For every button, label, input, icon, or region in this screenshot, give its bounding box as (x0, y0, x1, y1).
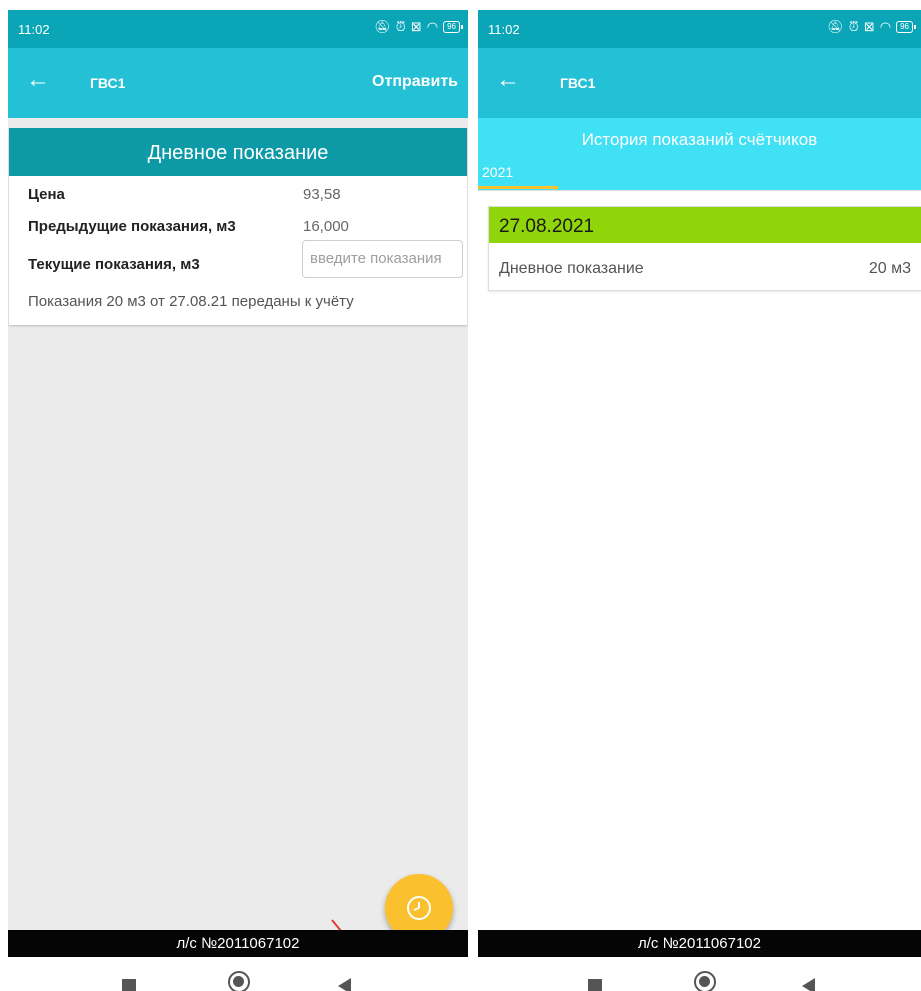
alarm-icon: ⏰︎ (848, 19, 859, 34)
previous-readings-value: 16,000 (303, 218, 349, 235)
recents-button[interactable] (588, 979, 602, 991)
entry-value: 20 м3 (868, 260, 911, 277)
wifi-icon: ◠ (426, 19, 439, 34)
current-readings-label: Текущие показания, м3 (28, 256, 200, 273)
account-number-bar: л/с №2011067102 (478, 930, 921, 957)
back-arrow-icon[interactable]: ← (26, 68, 50, 92)
mute-icon: 🔕︎ (827, 19, 844, 34)
status-time: 11:02 (488, 22, 520, 37)
history-title: История показаний счётчиков (581, 130, 818, 149)
send-button[interactable]: Отправить (372, 73, 458, 91)
content-area: Дневное показание Цена 93,58 Предыдущие … (8, 118, 468, 982)
status-icons: 🔕︎ ⏰︎ ⊠ ◠ 96 (374, 19, 463, 35)
alarm-icon: ⏰︎ (395, 19, 406, 34)
status-bar: 11:02 🔕︎ ⏰︎ ⊠ ◠ 96 (8, 10, 468, 48)
previous-readings-label: Предыдущие показания, м3 (28, 218, 236, 235)
account-number-bar: л/с №2011067102 (8, 930, 468, 957)
current-readings-input[interactable]: введите показания (302, 240, 463, 278)
price-value: 93,58 (303, 186, 341, 203)
sim-icon: ⊠ (410, 19, 422, 34)
battery-icon: 96 (896, 21, 916, 33)
recents-button[interactable] (122, 979, 136, 991)
status-bar: 11:02 🔕︎ ⏰︎ ⊠ ◠ 96 (478, 10, 921, 48)
price-label: Цена (28, 186, 65, 203)
tab-year[interactable]: 2021 (482, 164, 513, 180)
history-entry: 27.08.2021 Дневное показание 20 м3 (488, 206, 921, 291)
system-nav-bar (8, 957, 468, 991)
mute-icon: 🔕︎ (374, 19, 391, 34)
toolbar: ← ГВС1 Отправить (8, 48, 468, 118)
toolbar-title: ГВС1 (560, 75, 596, 91)
system-nav-bar (478, 957, 921, 991)
home-button[interactable] (694, 971, 716, 991)
history-list: 27.08.2021 Дневное показание 20 м3 (478, 190, 921, 930)
toolbar-title: ГВС1 (90, 75, 126, 91)
status-time: 11:02 (18, 22, 50, 37)
clock-icon (407, 896, 431, 920)
status-icons: 🔕︎ ⏰︎ ⊠ ◠ 96 (827, 19, 916, 35)
entry-date: 27.08.2021 (489, 207, 921, 243)
home-button[interactable] (228, 971, 250, 991)
right-screen: 11:02 🔕︎ ⏰︎ ⊠ ◠ 96 ← ГВС1 История показа… (478, 10, 921, 991)
back-nav-button[interactable] (338, 978, 351, 991)
wifi-icon: ◠ (879, 19, 892, 34)
left-screen: 11:02 🔕︎ ⏰︎ ⊠ ◠ 96 ← ГВС1 Отправить Днев… (8, 10, 468, 991)
submission-note: Показания 20 м3 от 27.08.21 переданы к у… (28, 293, 354, 310)
toolbar: ← ГВС1 (478, 48, 921, 118)
battery-icon: 96 (443, 21, 463, 33)
history-header: История показаний счётчиков 2021 (478, 118, 921, 190)
entry-label: Дневное показание (499, 260, 644, 277)
tab-indicator (478, 186, 558, 189)
reading-card: Дневное показание Цена 93,58 Предыдущие … (9, 128, 467, 325)
sim-icon: ⊠ (863, 19, 875, 34)
back-nav-button[interactable] (802, 978, 815, 991)
card-header: Дневное показание (9, 128, 467, 176)
back-arrow-icon[interactable]: ← (496, 68, 520, 92)
